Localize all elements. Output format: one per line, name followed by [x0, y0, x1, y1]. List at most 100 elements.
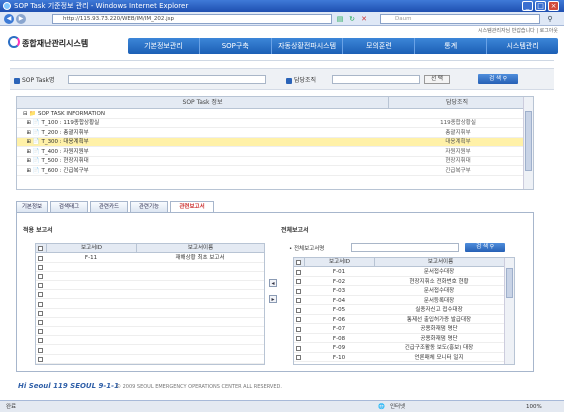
report-row[interactable]: F-04 문서등록대장 — [294, 297, 504, 306]
report-search-button[interactable]: 검 색 ⚲ — [465, 243, 505, 252]
applied-row[interactable] — [36, 318, 264, 327]
browser-search-input[interactable]: Daum — [380, 14, 540, 24]
nav-item-basic-info[interactable]: 기본정보관리 — [128, 38, 200, 54]
row-checkbox[interactable] — [38, 283, 43, 289]
tab-search-tags[interactable]: 검색태그 — [50, 201, 88, 212]
row-checkbox[interactable] — [38, 329, 43, 335]
tree-root[interactable]: ⊟ 📁 SOP TASK INFORMATION — [17, 110, 525, 119]
report-row[interactable]: F-10 언론매체 모니터 일지 — [294, 354, 504, 363]
report-name-input[interactable] — [351, 243, 459, 252]
report-name: 문서접수대장 — [423, 269, 455, 275]
row-checkbox[interactable] — [296, 336, 301, 341]
row-checkbox[interactable] — [296, 298, 301, 303]
applied-row[interactable]: F-11 재해상황 최초 보고서 — [36, 254, 264, 263]
footer-brand: Hi Seoul 119 SEOUL 9-1-1 — [18, 382, 119, 390]
nav-item-system[interactable]: 시스템관리 — [487, 38, 558, 54]
row-checkbox[interactable] — [38, 310, 43, 316]
all-select-all[interactable] — [296, 260, 301, 265]
sop-task-input[interactable] — [68, 75, 266, 84]
applied-header-name: 보고서이름 — [136, 244, 264, 253]
stop-icon[interactable]: ✕ — [360, 15, 368, 23]
task-row[interactable]: ⊞ 📄 T_600 : 긴급복구부 긴급복구부 — [17, 167, 525, 176]
zoom-level[interactable]: 100% — [526, 401, 542, 413]
col-header-dept: 담당조직 — [389, 97, 525, 109]
row-checkbox[interactable] — [38, 356, 43, 362]
maximize-button[interactable]: □ — [535, 1, 546, 11]
all-reports-scrollbar[interactable] — [504, 258, 514, 364]
row-checkbox[interactable] — [296, 355, 301, 360]
search-button[interactable]: 검 색 ⚲ — [478, 74, 518, 84]
row-checkbox[interactable] — [38, 301, 43, 307]
row-checkbox[interactable] — [38, 255, 43, 261]
report-row[interactable]: F-06 통제선 출입허가증 발급대장 — [294, 316, 504, 325]
applied-row[interactable] — [36, 328, 264, 337]
applied-row[interactable] — [36, 291, 264, 300]
applied-row[interactable] — [36, 309, 264, 318]
row-checkbox[interactable] — [38, 264, 43, 270]
tab-related-functions[interactable]: 관련기능 — [130, 201, 168, 212]
row-checkbox[interactable] — [296, 345, 301, 351]
search-icon[interactable]: ⚲ — [546, 15, 554, 23]
row-checkbox[interactable] — [38, 292, 43, 298]
row-checkbox[interactable] — [296, 326, 301, 332]
applied-header-check — [36, 244, 46, 253]
report-row[interactable]: F-02 현장지휘소 전화번호 현황 — [294, 278, 504, 287]
url-input[interactable]: http://115.93.73.220/WEB/IM/IM_202.jsp — [52, 14, 332, 24]
row-checkbox[interactable] — [38, 347, 43, 353]
row-checkbox[interactable] — [296, 269, 301, 275]
tab-basic-info[interactable]: 기본정보 — [16, 201, 48, 212]
report-row[interactable]: F-07 공용화재댐 명단 — [294, 325, 504, 334]
top-links[interactable]: 시스템관리자님 반갑습니다 | 로그아웃 — [478, 27, 558, 34]
nav-item-stats[interactable]: 통계 — [415, 38, 488, 54]
applied-row[interactable] — [36, 337, 264, 346]
task-grid-scrollbar[interactable] — [523, 97, 533, 189]
report-row[interactable]: F-09 긴급구조활동 보도(홍보) 대장 — [294, 344, 504, 353]
applied-row[interactable] — [36, 272, 264, 281]
move-left-button[interactable]: ◂ — [269, 279, 277, 287]
select-button[interactable]: 선 택 — [424, 75, 450, 84]
globe-icon: 🌐 — [378, 404, 385, 410]
applied-row[interactable] — [36, 282, 264, 291]
report-name: 긴급구조활동 보도(홍보) 대장 — [404, 345, 474, 351]
report-row[interactable]: F-08 공용화재댐 명단 — [294, 335, 504, 344]
row-checkbox[interactable] — [38, 273, 43, 279]
row-checkbox[interactable] — [296, 317, 301, 322]
compat-icon[interactable]: ▤ — [336, 15, 344, 23]
row-checkbox[interactable] — [296, 288, 301, 294]
task-row[interactable]: ⊞ 📄 T_100 : 119종합상황실 119종합상황실 — [17, 119, 525, 128]
row-checkbox[interactable] — [296, 279, 301, 284]
nav-item-auto-propagation[interactable]: 자동상황전파시스템 — [272, 38, 344, 54]
task-row[interactable]: ⊞ 📄 T_200 : 총괄지휘부 총괄지휘부 — [17, 129, 525, 138]
applied-row[interactable] — [36, 300, 264, 309]
tab-related-reports[interactable]: 관련보고서 — [170, 201, 214, 212]
logo[interactable]: 종합재난관리시스템 — [8, 36, 88, 49]
row-checkbox[interactable] — [38, 319, 43, 325]
nav-item-drill[interactable]: 모의훈련 — [343, 38, 416, 54]
applied-row[interactable] — [36, 346, 264, 355]
tab-related-cards[interactable]: 관련카드 — [90, 201, 128, 212]
report-row[interactable]: F-03 문서접수대장 — [294, 287, 504, 296]
nav-item-sop[interactable]: SOP구축 — [200, 38, 272, 54]
row-checkbox[interactable] — [38, 338, 43, 344]
task-row[interactable]: ⊞ 📄 T_400 : 자원지원부 자원지원부 — [17, 148, 525, 157]
report-row[interactable]: F-05 실종자신고 접수대장 — [294, 306, 504, 315]
scroll-thumb[interactable] — [525, 111, 532, 171]
applied-select-all[interactable] — [38, 246, 43, 251]
applied-row[interactable] — [36, 355, 264, 364]
close-button[interactable]: × — [548, 1, 559, 11]
move-right-button[interactable]: ▸ — [269, 295, 277, 303]
report-row[interactable]: F-01 문서접수대장 — [294, 268, 504, 277]
applied-row[interactable] — [36, 263, 264, 272]
dept-input[interactable] — [332, 75, 420, 84]
refresh-icon[interactable]: ↻ — [348, 15, 356, 23]
scroll-thumb[interactable] — [506, 268, 513, 298]
forward-icon[interactable]: ▶ — [16, 14, 26, 24]
minimize-button[interactable]: _ — [522, 1, 533, 11]
task-row[interactable]: ⊞ 📄 T_300 : 대응계획부 대응계획부 — [17, 138, 525, 147]
task-cell: ⊞ 📄 T_100 : 119종합상황실 — [23, 120, 100, 126]
back-icon[interactable]: ◀ — [4, 14, 14, 24]
report-name: 현장지휘소 전화번호 현황 — [409, 278, 469, 285]
row-checkbox[interactable] — [296, 307, 301, 313]
task-row[interactable]: ⊞ 📄 T_500 : 현장지휘대 현장지휘대 — [17, 157, 525, 166]
report-id: F-06 — [332, 316, 346, 323]
